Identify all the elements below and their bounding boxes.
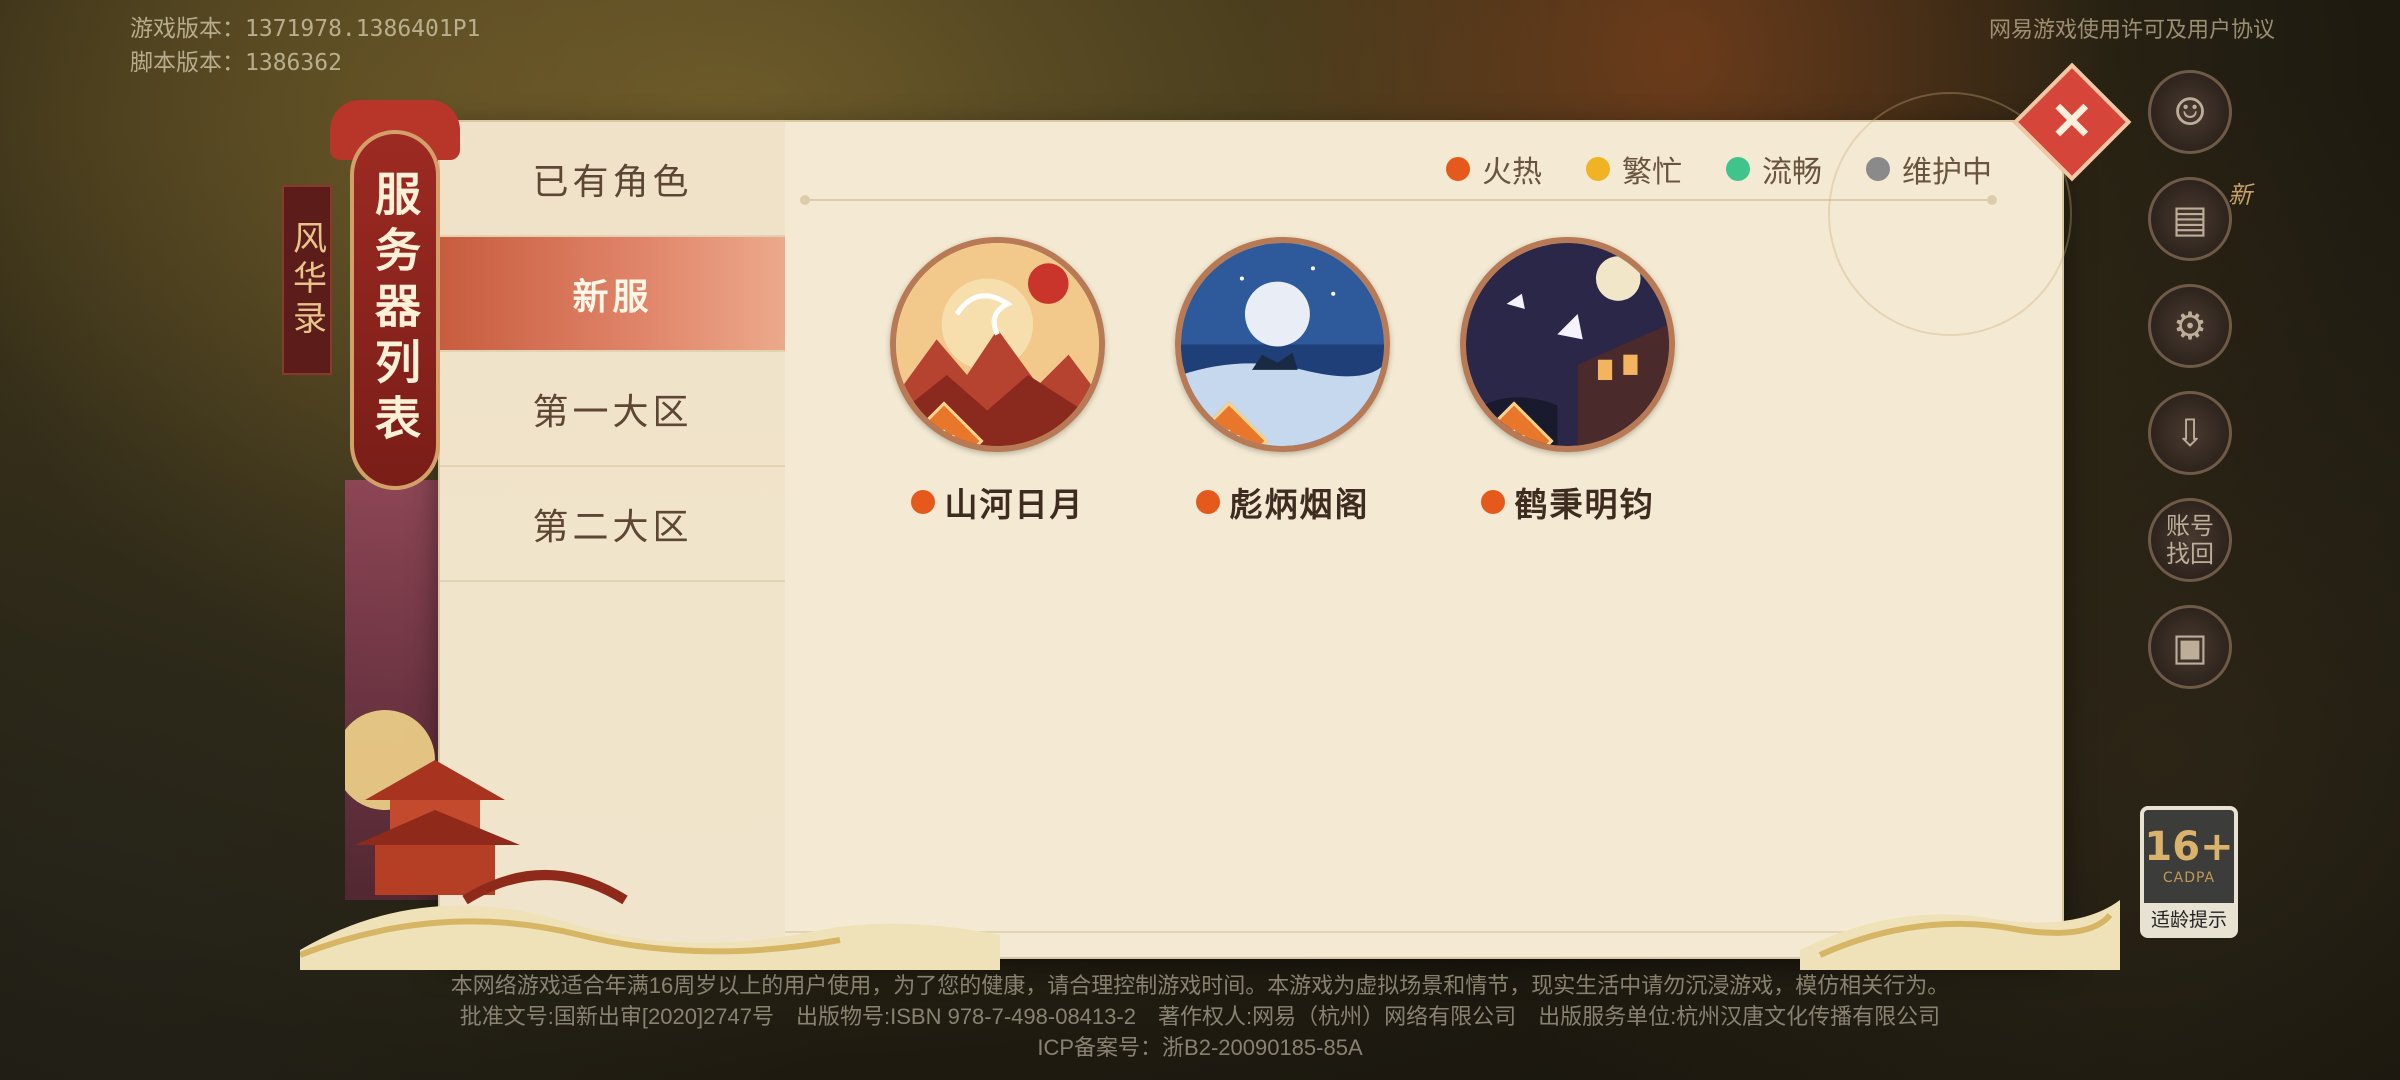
server-grid: 火 山河日月 火 彪炳烟阁 火 鹤秉明钧: [890, 237, 1675, 526]
mountain-dragon-icon: 火: [890, 237, 1105, 452]
age-rating-number: 16+: [2144, 824, 2234, 870]
cloud-swirl-decoration: [300, 900, 2120, 970]
busy-dot-icon: [1586, 157, 1610, 181]
legal-footer: 本网络游戏适合年满16周岁以上的用户使用，为了您的健康，请合理控制游戏时间。本游…: [0, 970, 2400, 1063]
character-profile-button[interactable]: ☺: [2148, 70, 2232, 154]
server-name: 鹤秉明钧: [1514, 485, 1655, 524]
legend-label: 维护中: [1902, 155, 1992, 190]
server-card[interactable]: 火 山河日月: [890, 237, 1105, 526]
legend-divider: [800, 195, 1997, 205]
hot-dot-icon: [1446, 157, 1470, 181]
account-recovery-label: 账号找回: [2166, 512, 2214, 568]
sidebar-item-label: 新服: [572, 275, 653, 318]
game-version: 游戏版本：1371978.1386401P1: [130, 16, 481, 42]
sidebar-item-label: 第二大区: [532, 506, 693, 548]
maintenance-dot-icon: [1866, 157, 1890, 181]
notice-board-button[interactable]: ▤: [2148, 177, 2232, 261]
server-name-row: 彪炳烟阁: [1195, 478, 1370, 526]
user-agreement-link[interactable]: 网易游戏使用许可及用户协议: [1989, 12, 2275, 44]
server-name-row: 鹤秉明钧: [1480, 478, 1655, 526]
crane-pavilion-icon: 火: [1460, 237, 1675, 452]
age-rating-org: CADPA: [2162, 870, 2216, 886]
footer-publication-info: 批准文号:国新出审[2020]2747号 出版物号:ISBN 978-7-498…: [459, 1004, 1941, 1029]
age-rating-tip: 适龄提示: [2144, 903, 2234, 934]
scan-qr-button[interactable]: ▣: [2148, 605, 2232, 689]
hot-badge-label: 火: [930, 428, 958, 452]
legend-smooth: 流畅: [1726, 147, 1822, 191]
legend-label: 流畅: [1762, 155, 1822, 190]
age-rating-badge[interactable]: 16+ CADPA 适龄提示: [2140, 806, 2238, 938]
account-recovery-button[interactable]: 账号找回: [2148, 498, 2232, 582]
server-name-row: 山河日月: [910, 478, 1085, 526]
hot-badge-label: 火: [1215, 428, 1243, 452]
legend-busy: 繁忙: [1586, 147, 1682, 191]
legend-maintenance: 维护中: [1866, 147, 1992, 191]
character-silhouette-icon: ☺: [2172, 90, 2208, 134]
hot-badge-label: 火: [1500, 428, 1528, 452]
footer-icp: ICP备案号：浙B2-20090185-85A: [1037, 1035, 1363, 1060]
server-name: 山河日月: [944, 485, 1085, 524]
server-card[interactable]: 火 鹤秉明钧: [1460, 237, 1675, 526]
legend-hot: 火热: [1446, 147, 1542, 191]
server-name: 彪炳烟阁: [1229, 485, 1370, 524]
qr-scan-icon: ▣: [2172, 625, 2208, 669]
sidebar-item-region-2[interactable]: 第二大区: [440, 467, 785, 582]
side-tag: 风华录: [282, 185, 332, 375]
legend-label: 火热: [1482, 155, 1542, 190]
close-icon: ✕: [2050, 90, 2094, 152]
sidebar-item-label: 已有角色: [532, 161, 693, 203]
sidebar-item-new-servers[interactable]: 新服: [440, 237, 785, 352]
hot-status-icon: [1195, 490, 1220, 514]
server-card[interactable]: 火 彪炳烟阁: [1175, 237, 1390, 526]
cloud-download-icon: ⇩: [2174, 411, 2206, 455]
side-tag-label: 风华录: [286, 220, 327, 340]
status-legend: 火热 繁忙 流畅 维护中: [1446, 147, 1992, 191]
gear-icon: ⚙: [2172, 304, 2208, 348]
sidebar-item-label: 第一大区: [532, 391, 693, 433]
version-info: 游戏版本：1371978.1386401P1 脚本版本：1386362: [130, 12, 480, 80]
footer-health-notice: 本网络游戏适合年满16周岁以上的用户使用，为了您的健康，请合理控制游戏时间。本游…: [450, 973, 1950, 998]
notice-board-icon: ▤: [2172, 197, 2208, 241]
legend-label: 繁忙: [1622, 155, 1682, 190]
settings-button[interactable]: ⚙: [2148, 284, 2232, 368]
right-toolbar: ☺ ▤ ⚙ ⇩ 账号找回 ▣: [2148, 70, 2236, 712]
server-list-title-banner: 服务器列表: [350, 130, 440, 490]
sidebar-item-existing-roles[interactable]: 已有角色: [440, 122, 785, 237]
sidebar-item-region-1[interactable]: 第一大区: [440, 352, 785, 467]
new-tag: 新: [2228, 181, 2252, 209]
page-title: 服务器列表: [368, 170, 422, 450]
download-button[interactable]: ⇩: [2148, 391, 2232, 475]
smooth-dot-icon: [1726, 157, 1750, 181]
hot-status-icon: [910, 490, 935, 514]
hot-status-icon: [1480, 490, 1505, 514]
moon-cavalry-icon: 火: [1175, 237, 1390, 452]
script-version: 脚本版本：1386362: [130, 50, 342, 76]
